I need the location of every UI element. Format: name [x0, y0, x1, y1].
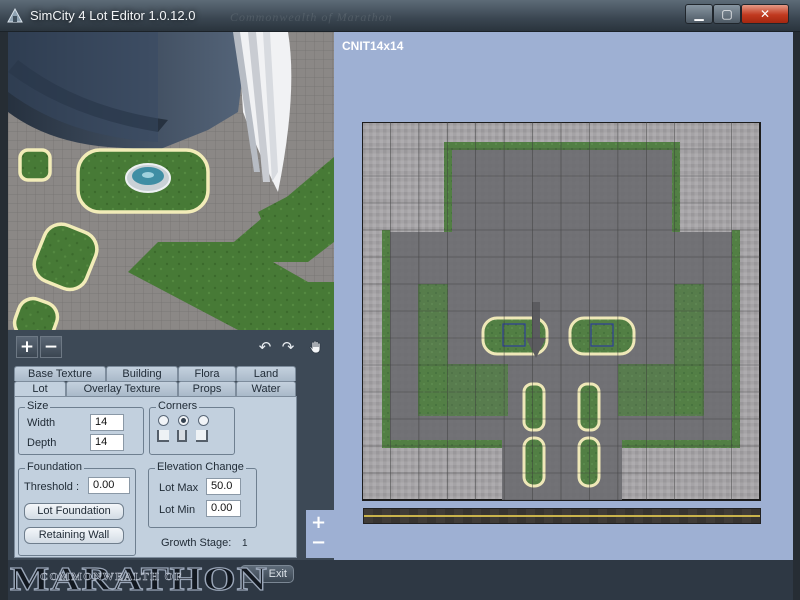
- tab-props[interactable]: Props: [178, 381, 236, 396]
- tab-overlay-texture[interactable]: Overlay Texture: [66, 381, 178, 396]
- tab-land[interactable]: Land: [236, 366, 296, 381]
- marathon-logo: MARATHON COMMONWEALTH OF: [9, 560, 267, 598]
- lot-max-field[interactable]: 50.0: [206, 478, 241, 495]
- lot-name-label: CNIT14x14: [342, 39, 404, 53]
- app-icon: [7, 7, 23, 23]
- tab-water[interactable]: Water: [236, 381, 296, 396]
- size-group: Size Width 14 Depth 14: [18, 400, 144, 455]
- lot-min-label: Lot Min: [159, 504, 196, 516]
- lot-layout-view[interactable]: CNIT14x14: [334, 32, 793, 592]
- tab-row-back: Base Texture Building Flora Land: [14, 366, 296, 381]
- size-group-title: Size: [25, 400, 51, 412]
- maximize-button[interactable]: ▢: [713, 4, 741, 24]
- lot-foundation-button[interactable]: Lot Foundation: [24, 503, 124, 520]
- width-field[interactable]: 14: [90, 414, 124, 431]
- close-icon: ✕: [759, 7, 771, 21]
- corner-right-icon: [196, 430, 208, 442]
- minimize-button[interactable]: ▁: [685, 4, 713, 24]
- title-bar: SimCity 4 Lot Editor 1.0.12.0 Commonweal…: [0, 0, 800, 32]
- viewport-toolbar: + − ↶ ↷: [8, 330, 334, 364]
- hand-icon: [309, 340, 321, 354]
- corners-group: Corners: [149, 400, 235, 455]
- tab-lot[interactable]: Lot: [14, 381, 66, 396]
- corner-radio-2[interactable]: [178, 415, 189, 426]
- elevation-change-title: Elevation Change: [155, 461, 246, 473]
- zoom-in-button[interactable]: +: [16, 336, 38, 358]
- minimize-icon: ▁: [694, 7, 704, 21]
- close-button[interactable]: ✕: [741, 4, 789, 24]
- foundation-group: Foundation Threshold : 0.00 Lot Foundati…: [18, 461, 136, 556]
- threshold-field[interactable]: 0.00: [88, 477, 130, 494]
- zoom-out-button[interactable]: −: [40, 336, 62, 358]
- tool-panel: + − ↶ ↷ Base Texture Building Flora Land…: [8, 330, 334, 560]
- corner-left-icon: [157, 430, 169, 442]
- 3d-viewport[interactable]: [8, 32, 334, 330]
- lot-grid[interactable]: [362, 122, 762, 502]
- rotate-right-icon[interactable]: ↷: [280, 339, 296, 355]
- elevation-change-group: Elevation Change Lot Max 50.0 Lot Min 0.…: [148, 461, 257, 528]
- maximize-icon: ▢: [721, 7, 733, 21]
- window-left-border: [0, 32, 8, 600]
- lot-view-zoom-controls: + −: [306, 510, 334, 558]
- tab-row-front: Lot Overlay Texture Props Water: [14, 381, 296, 396]
- viewport-render: [8, 32, 334, 330]
- tab-building[interactable]: Building: [106, 366, 178, 381]
- svg-text:COMMONWEALTH OF: COMMONWEALTH OF: [40, 571, 183, 583]
- width-label: Width: [27, 417, 56, 429]
- corner-radio-3[interactable]: [198, 415, 209, 426]
- tab-flora[interactable]: Flora: [178, 366, 236, 381]
- lot-max-label: Lot Max: [159, 482, 199, 494]
- rotate-left-icon[interactable]: ↶: [257, 339, 273, 355]
- elevation-strip: [363, 508, 761, 524]
- window-title: SimCity 4 Lot Editor 1.0.12.0: [30, 8, 196, 23]
- hand-pan-icon[interactable]: [308, 339, 324, 355]
- foundation-group-title: Foundation: [25, 461, 85, 473]
- corner-radio-1[interactable]: [158, 415, 169, 426]
- depth-label: Depth: [27, 437, 57, 449]
- plus-icon: +: [19, 336, 35, 357]
- tab-base-texture[interactable]: Base Texture: [14, 366, 106, 381]
- growth-stage-value: 1: [242, 538, 248, 549]
- corner-middle-icon: [177, 430, 187, 442]
- lot-zoom-in-icon[interactable]: +: [311, 514, 326, 532]
- corners-group-title: Corners: [156, 400, 200, 412]
- depth-field[interactable]: 14: [90, 434, 124, 451]
- retaining-wall-button[interactable]: Retaining Wall: [24, 527, 124, 544]
- lot-zoom-out-icon[interactable]: −: [311, 534, 326, 552]
- lot-tab-content: Size Width 14 Depth 14 Corners Foundatio…: [14, 396, 297, 558]
- minus-icon: −: [43, 336, 59, 357]
- growth-stage-label: Growth Stage:: [161, 537, 232, 549]
- window-right-border: [793, 32, 800, 600]
- window-title-ghost: Commonwealth of Marathon: [230, 10, 393, 24]
- lot-min-field[interactable]: 0.00: [206, 500, 241, 517]
- threshold-label: Threshold :: [24, 481, 80, 493]
